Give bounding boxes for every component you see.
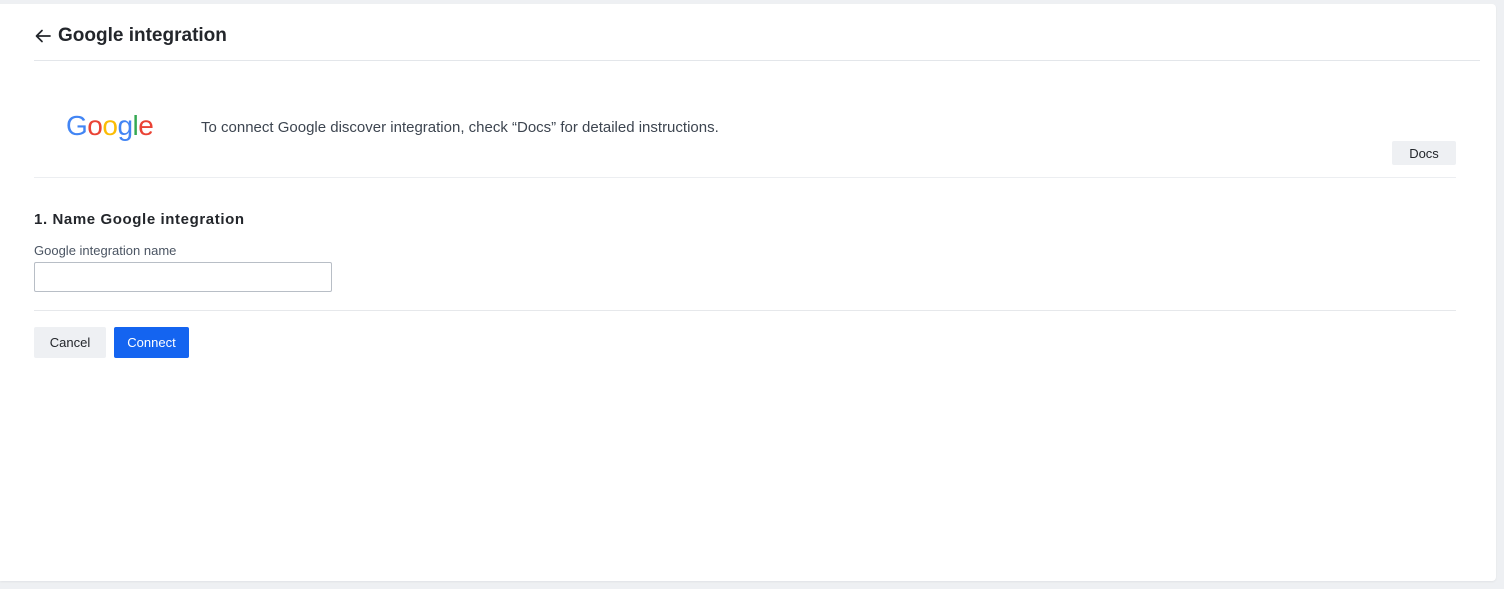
integration-name-input[interactable]	[34, 262, 332, 292]
page-header: Google integration	[34, 22, 1480, 61]
google-logo-letter: g	[117, 110, 133, 141]
google-logo-letter: G	[66, 110, 88, 141]
integration-intro: Google To connect Google discover integr…	[34, 62, 1456, 178]
section-title: 1. Name Google integration	[34, 211, 245, 228]
google-logo-letter: e	[138, 110, 154, 141]
intro-description: To connect Google discover integration, …	[201, 119, 719, 136]
cancel-button[interactable]: Cancel	[34, 327, 106, 358]
google-logo-letter: o	[102, 110, 118, 141]
integration-name-label: Google integration name	[34, 243, 177, 258]
google-logo: Google	[66, 110, 154, 142]
docs-button[interactable]: Docs	[1392, 141, 1456, 165]
page-title: Google integration	[58, 25, 227, 46]
divider	[34, 310, 1456, 311]
arrow-left-icon[interactable]	[34, 27, 52, 45]
google-logo-letter: o	[87, 110, 103, 141]
connect-button[interactable]: Connect	[114, 327, 189, 358]
integration-card: Google integration Google To connect Goo…	[0, 4, 1496, 581]
